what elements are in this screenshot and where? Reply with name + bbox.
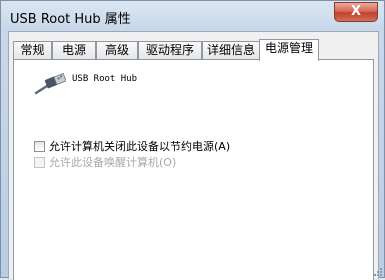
close-icon: X xyxy=(350,4,362,19)
allow-power-off-checkbox[interactable] xyxy=(34,141,45,152)
usb-connector-icon xyxy=(34,73,66,95)
tab-details[interactable]: 详细信息 xyxy=(202,41,260,59)
power-management-panel: USB Root Hub 允许计算机关闭此设备以节约电源(A) 允许此设备唤醒计… xyxy=(13,59,374,280)
resize-grip-icon[interactable] xyxy=(371,265,383,277)
close-button[interactable]: X xyxy=(334,2,378,22)
device-name: USB Root Hub xyxy=(72,74,138,84)
tab-general[interactable]: 常规 xyxy=(13,41,52,59)
window-title: USB Root Hub 属性 xyxy=(10,12,131,27)
allow-wake-checkbox xyxy=(34,157,45,168)
tab-power[interactable]: 电源 xyxy=(52,41,96,59)
allow-power-off-label[interactable]: 允许计算机关闭此设备以节约电源(A) xyxy=(49,140,230,153)
tab-driver[interactable]: 驱动程序 xyxy=(138,41,202,59)
dialog-client-area: 常规 电源 高级 驱动程序 详细信息 电源管理 USB Root Hub 允许计… xyxy=(8,31,379,280)
allow-wake-label: 允许此设备唤醒计算机(O) xyxy=(49,156,177,169)
tab-power-management[interactable]: 电源管理 xyxy=(259,39,319,61)
properties-dialog: USB Root Hub 属性 X 常规 电源 高级 驱动程序 详细信息 电源管… xyxy=(0,0,385,280)
title-bar[interactable]: USB Root Hub 属性 X xyxy=(1,1,385,31)
tab-advanced[interactable]: 高级 xyxy=(96,41,138,59)
